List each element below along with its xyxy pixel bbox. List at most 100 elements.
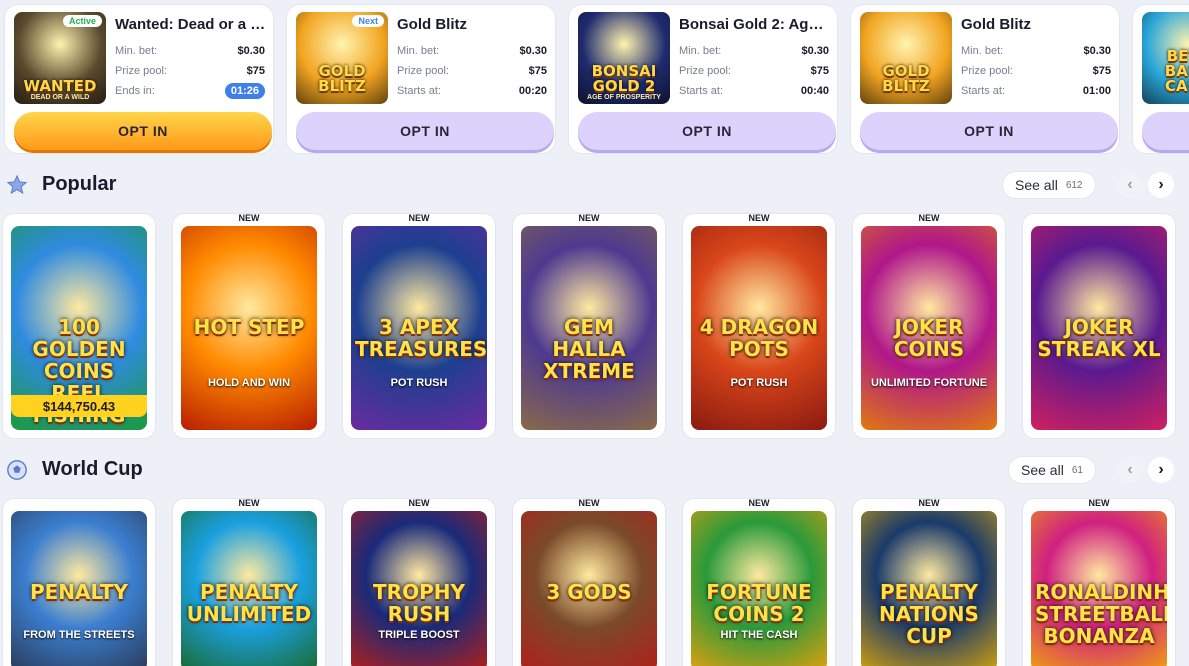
game-logo-text: HOT STEP	[193, 314, 305, 339]
game-thumbnail[interactable]: JOKER STREAK XL	[1031, 226, 1167, 430]
game-logo-text: BETT BASH CASH	[1164, 47, 1189, 95]
new-badge: NEW	[1088, 498, 1110, 508]
opt-in-button[interactable]: OPT IN	[860, 112, 1118, 150]
scroll-left-button[interactable]: ‹	[1117, 172, 1143, 198]
new-badge: NEW	[238, 498, 260, 508]
star-icon	[6, 174, 28, 195]
info-label: Min. bet:	[961, 45, 1004, 57]
opt-in-button[interactable]: OPT IN	[296, 112, 554, 150]
see-all-count: 61	[1071, 464, 1083, 476]
game-card[interactable]: NEW HOT STEP HOLD AND WIN	[172, 213, 326, 439]
game-logo-text: GOLD BLITZ	[882, 62, 930, 95]
tournament-title: Bonsai Gold 2: Age of ...	[679, 16, 831, 33]
countdown-timer: 01:26	[224, 83, 265, 99]
info-value: $75	[810, 65, 829, 77]
game-logo-text: BONSAI GOLD 2	[591, 62, 657, 95]
game-thumbnail[interactable]: 3 APEX TREASURES POT RUSH	[351, 226, 487, 430]
game-logo-text: JOKER STREAK XL	[1037, 314, 1161, 361]
game-thumbnail[interactable]: RONALDINHO'S STREETBALL BONANZA	[1031, 511, 1167, 666]
status-badge: Next	[352, 15, 384, 27]
new-badge: NEW	[578, 213, 600, 223]
game-thumbnail[interactable]: PENALTY UNLIMITED	[181, 511, 317, 666]
game-card[interactable]: 100 GOLDEN COINS REEL FISHING$144,750.43	[2, 213, 156, 439]
tournament-thumbnail[interactable]: GOLD BLITZ Next	[296, 12, 388, 104]
tournament-card[interactable]: BETT BASH CASH	[1132, 4, 1189, 154]
section-title: World Cup	[42, 458, 143, 480]
game-card[interactable]: NEW GEM HALLA XTREME	[512, 213, 666, 439]
scroll-left-button[interactable]: ‹	[1117, 457, 1143, 483]
game-thumbnail[interactable]: FORTUNE COINS 2 HIT THE CASH	[691, 511, 827, 666]
game-logo-subtitle: FROM THE STREETS	[23, 629, 135, 642]
see-all-count: 612	[1065, 179, 1083, 191]
tournament-info-row: Prize pool: $75	[679, 65, 829, 79]
opt-in-button[interactable]: OPT IN	[14, 112, 272, 150]
tournament-card[interactable]: GOLD BLITZ Next Gold Blitz Min. bet: $0.30 Pr…	[286, 4, 556, 154]
game-card[interactable]: NEW 4 DRAGON POTS POT RUSH	[682, 213, 836, 439]
game-logo-text: PENALTY UNLIMITED	[186, 580, 312, 627]
info-value: $0.30	[237, 45, 265, 57]
tournament-card[interactable]: GOLD BLITZ Gold Blitz Min. bet: $0.30 Prize …	[850, 4, 1120, 154]
see-all-button[interactable]: See all 612	[1002, 171, 1096, 199]
game-card[interactable]: NEW RONALDINHO'S STREETBALL BONANZA	[1022, 498, 1176, 666]
game-thumbnail[interactable]: PENALTY FROM THE STREETS	[11, 511, 147, 666]
game-thumbnail[interactable]: PENALTY NATIONS CUP	[861, 511, 997, 666]
tournament-title: Wanted: Dead or a W...	[115, 16, 267, 33]
info-label: Min. bet:	[679, 45, 722, 57]
soccer-ball-icon	[7, 460, 27, 480]
section-header-world-cup: World Cup See all 61 ‹ ›	[0, 453, 1189, 487]
scroll-right-button[interactable]: ›	[1148, 172, 1174, 198]
game-logo-subtitle: HOLD AND WIN	[207, 376, 291, 389]
game-thumbnail[interactable]: 3 GODS	[521, 511, 657, 666]
game-thumbnail[interactable]: JOKER COINS UNLIMITED FORTUNE	[861, 226, 997, 430]
tournament-info-row: Min. bet: $0.30	[397, 45, 547, 59]
game-logo-text: WANTED	[23, 77, 97, 95]
tournament-card[interactable]: BONSAI GOLD 2 AGE OF PROSPERITY Bonsai Gol…	[568, 4, 838, 154]
game-logo-subtitle: HIT THE CASH	[720, 629, 798, 642]
game-card[interactable]: NEW JOKER COINS UNLIMITED FORTUNE	[852, 213, 1006, 439]
new-badge: NEW	[748, 213, 770, 223]
game-logo-text: 3 APEX TREASURES	[355, 314, 487, 361]
info-value: $75	[528, 65, 547, 77]
tournament-thumbnail[interactable]: GOLD BLITZ	[860, 12, 952, 104]
opt-in-button[interactable]: OPT IN	[578, 112, 836, 150]
game-card[interactable]: NEW PENALTY NATIONS CUP	[852, 498, 1006, 666]
jackpot-amount: $144,750.43	[11, 395, 147, 417]
info-label: Starts at:	[961, 85, 1006, 97]
game-logo-text: GEM HALLA XTREME	[543, 314, 635, 383]
opt-in-button[interactable]	[1142, 112, 1189, 150]
game-thumbnail[interactable]: GEM HALLA XTREME	[521, 226, 657, 430]
new-badge: NEW	[408, 213, 430, 223]
tournament-thumbnail[interactable]: BONSAI GOLD 2 AGE OF PROSPERITY	[578, 12, 670, 104]
game-thumbnail[interactable]: TROPHY RUSH TRIPLE BOOST	[351, 511, 487, 666]
scroll-right-button[interactable]: ›	[1148, 457, 1174, 483]
game-thumbnail[interactable]: 4 DRAGON POTS POT RUSH	[691, 226, 827, 430]
tournament-info-row: Starts at: 00:20	[397, 85, 547, 99]
info-label: Prize pool:	[679, 65, 731, 77]
game-card[interactable]: NEW TROPHY RUSH TRIPLE BOOST	[342, 498, 496, 666]
game-logo-subtitle: UNLIMITED FORTUNE	[870, 376, 988, 389]
game-card[interactable]: PENALTY FROM THE STREETS	[2, 498, 156, 666]
info-label: Ends in:	[115, 85, 155, 97]
game-card[interactable]: JOKER STREAK XL	[1022, 213, 1176, 439]
tournament-thumbnail[interactable]: BETT BASH CASH	[1142, 12, 1189, 104]
game-card[interactable]: NEW FORTUNE COINS 2 HIT THE CASH	[682, 498, 836, 666]
tournament-thumbnail[interactable]: WANTED DEAD OR A WILD Active	[14, 12, 106, 104]
see-all-button[interactable]: See all 61	[1008, 456, 1096, 484]
tournament-info-row: Min. bet: $0.30	[115, 45, 265, 59]
see-all-label: See all	[1015, 177, 1058, 193]
game-logo-text: 4 DRAGON POTS	[699, 314, 819, 361]
game-logo-subtitle: AGE OF PROSPERITY	[587, 94, 661, 101]
info-label: Prize pool:	[961, 65, 1013, 77]
game-card[interactable]: NEW 3 GODS	[512, 498, 666, 666]
game-card[interactable]: NEW 3 APEX TREASURES POT RUSH	[342, 213, 496, 439]
tournament-info-row: Ends in: 01:26	[115, 83, 265, 99]
new-badge: NEW	[918, 213, 940, 223]
tournament-title: Gold Blitz	[397, 16, 467, 33]
game-logo-text: JOKER COINS	[893, 314, 965, 361]
game-card[interactable]: NEW PENALTY UNLIMITED	[172, 498, 326, 666]
game-thumbnail[interactable]: HOT STEP HOLD AND WIN	[181, 226, 317, 430]
tournament-info-row: Prize pool: $75	[115, 65, 265, 79]
info-label: Starts at:	[679, 85, 724, 97]
tournament-card[interactable]: WANTED DEAD OR A WILD Active Wanted: Dead o…	[4, 4, 274, 154]
tournament-info-row: Starts at: 00:40	[679, 85, 829, 99]
